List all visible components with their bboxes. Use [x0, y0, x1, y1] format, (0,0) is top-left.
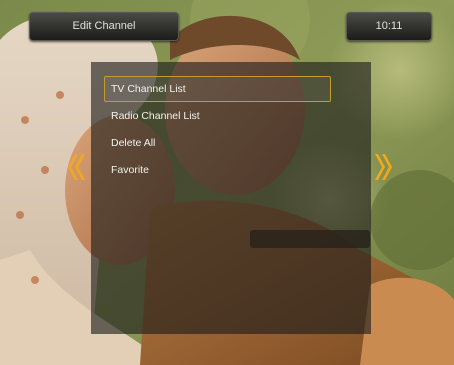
menu-panel: TV Channel List Radio Channel List Delet… [91, 62, 371, 334]
double-chevron-right-icon[interactable] [374, 152, 394, 182]
clock: 10:11 [346, 12, 432, 41]
menu-item-favorite[interactable]: Favorite [104, 157, 331, 183]
menu-item-tv-channel-list[interactable]: TV Channel List [104, 76, 331, 102]
tv-screen: Edit Channel 10:11 TV Channel List Radio… [0, 0, 454, 365]
screen-title: Edit Channel [29, 12, 179, 41]
menu-item-delete-all[interactable]: Delete All [104, 130, 331, 156]
double-chevron-left-icon[interactable] [66, 152, 86, 182]
menu-item-radio-channel-list[interactable]: Radio Channel List [104, 103, 331, 129]
